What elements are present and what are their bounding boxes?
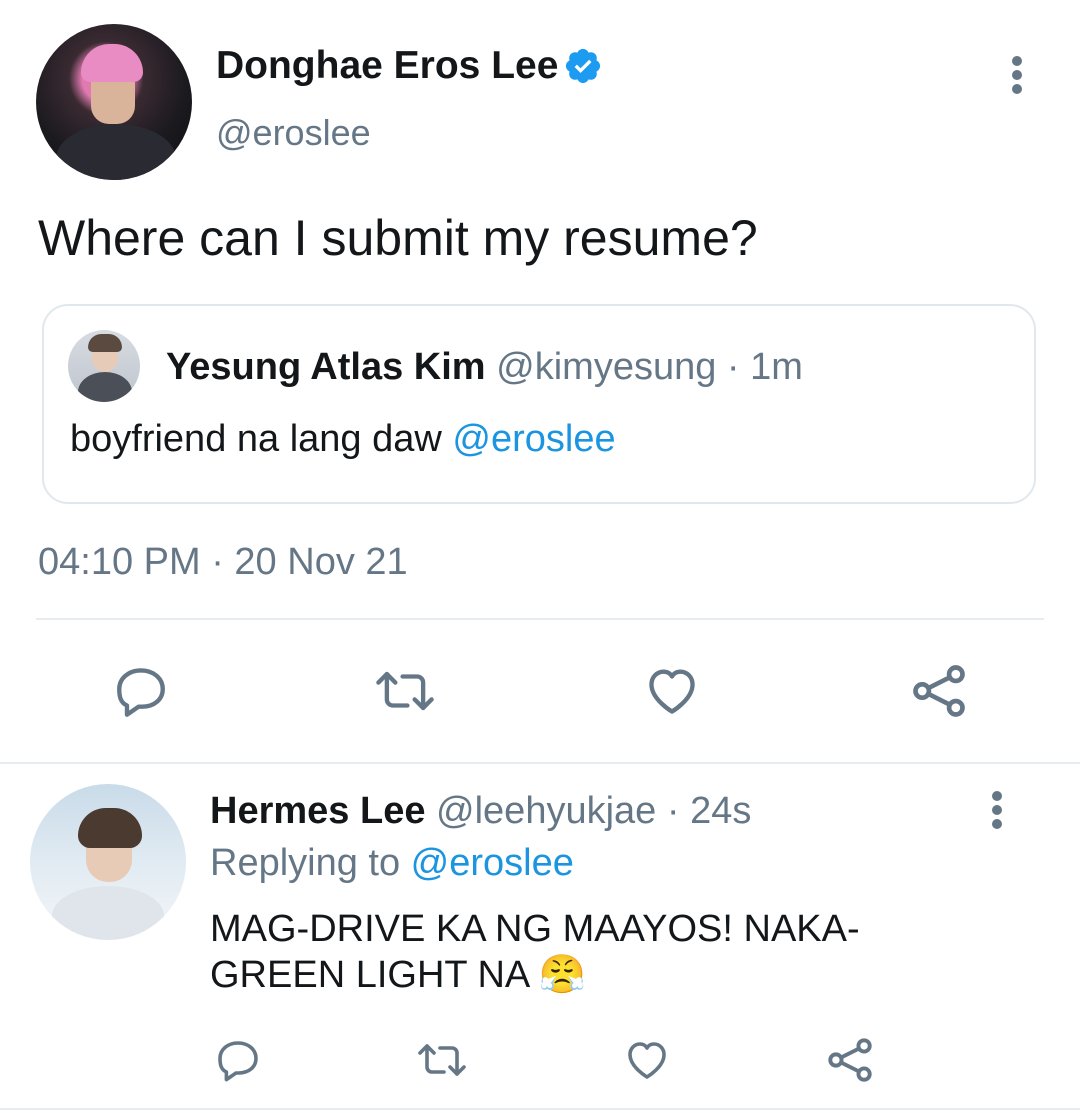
share-icon[interactable] bbox=[908, 660, 970, 722]
reply-icon[interactable] bbox=[112, 662, 170, 720]
quoted-header: Yesung Atlas Kim @kimyesung · 1m bbox=[166, 344, 803, 390]
replying-to: Replying to @eroslee bbox=[210, 840, 574, 886]
reply-author-avatar[interactable] bbox=[30, 784, 186, 940]
quoted-mention-link[interactable]: @eroslee bbox=[452, 418, 615, 460]
author-avatar[interactable] bbox=[36, 24, 192, 180]
verified-badge-icon bbox=[563, 46, 603, 86]
reply-text-line-1: MAG-DRIVE KA NG MAAYOS! NAKA- bbox=[210, 908, 860, 950]
replying-to-label: Replying to bbox=[210, 842, 411, 884]
reply-text-line-2: GREEN LIGHT NA bbox=[210, 954, 529, 996]
reply-text: MAG-DRIVE KA NG MAAYOS! NAKA- GREEN LIGH… bbox=[210, 906, 860, 998]
quoted-text-body: boyfriend na lang daw bbox=[70, 418, 453, 460]
tweet-text: Where can I submit my resume? bbox=[38, 210, 758, 266]
reply-author-handle[interactable]: @leehyukjae bbox=[436, 790, 656, 832]
reply-like-icon[interactable] bbox=[622, 1036, 672, 1084]
steam-face-emoji: 😤 bbox=[538, 954, 587, 996]
author-handle[interactable]: @eroslee bbox=[216, 110, 371, 156]
reply-author-name[interactable]: Hermes Lee bbox=[210, 790, 425, 832]
like-icon[interactable] bbox=[642, 662, 702, 720]
divider-line bbox=[36, 618, 1044, 620]
reply-reply-icon[interactable] bbox=[214, 1036, 262, 1084]
quoted-tweet-card[interactable] bbox=[42, 304, 1036, 504]
retweet-icon[interactable] bbox=[372, 662, 438, 720]
quoted-author-avatar[interactable] bbox=[68, 330, 140, 402]
author-name[interactable]: Donghae Eros Lee bbox=[216, 42, 558, 90]
reply-header: Hermes Lee @leehyukjae · 24s bbox=[210, 788, 751, 834]
reply-retweet-icon[interactable] bbox=[414, 1036, 470, 1084]
quoted-text: boyfriend na lang daw @eroslee bbox=[70, 416, 616, 462]
tweet-timestamp[interactable]: 04:10 PM · 20 Nov 21 bbox=[38, 538, 408, 586]
replying-to-mention[interactable]: @eroslee bbox=[411, 842, 574, 884]
quoted-time: · 1m bbox=[726, 346, 803, 388]
divider-line bbox=[0, 1108, 1080, 1110]
reply-more-vertical-icon[interactable] bbox=[982, 790, 1012, 830]
reply-share-icon[interactable] bbox=[824, 1034, 876, 1086]
reply-time: · 24s bbox=[666, 790, 752, 832]
quoted-author-handle[interactable]: @kimyesung bbox=[496, 346, 716, 388]
more-vertical-icon[interactable] bbox=[1002, 55, 1032, 95]
divider-line bbox=[0, 762, 1080, 764]
quoted-author-name[interactable]: Yesung Atlas Kim bbox=[166, 346, 486, 388]
